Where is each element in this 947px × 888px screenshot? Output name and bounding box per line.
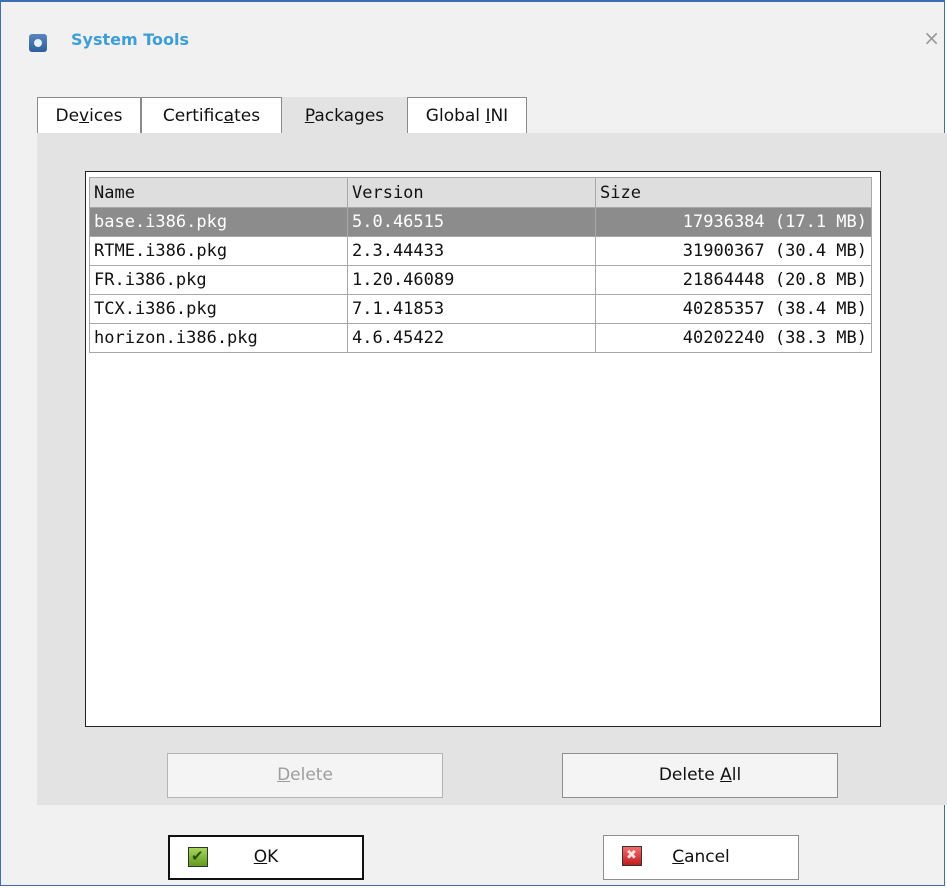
title-bar: System Tools × [1, 2, 944, 62]
package-size: 31900367 (30.4 MB) [595, 236, 872, 266]
package-version: 4.6.45422 [347, 323, 596, 353]
tab-certificates-label-key: a [223, 106, 235, 126]
system-tools-window: System Tools × Devices Certificates Pack… [0, 0, 947, 886]
table-row[interactable]: RTME.i386.pkg 2.3.44433 31900367 (30.4 M… [89, 236, 872, 266]
tab-certificates-label-a: Certific [162, 106, 224, 126]
package-version: 5.0.46515 [347, 207, 596, 237]
delete-all-button-label-a: Delete [658, 765, 721, 785]
tab-packages-label-b: ackages [314, 106, 385, 126]
close-icon[interactable]: × [923, 28, 940, 48]
packages-table: Name Version Size base.i386.pkg 5.0.4651… [89, 177, 872, 353]
delete-button-label: elete [290, 765, 333, 785]
tab-global-ini[interactable]: Global INI [407, 97, 527, 133]
packages-list[interactable]: Name Version Size base.i386.pkg 5.0.4651… [85, 171, 881, 727]
package-size: 40202240 (38.3 MB) [595, 323, 872, 353]
package-size: 17936384 (17.1 MB) [595, 207, 872, 237]
package-size: 21864448 (20.8 MB) [595, 265, 872, 295]
tab-devices-label-key: v [79, 106, 90, 126]
column-header-version[interactable]: Version [347, 177, 596, 208]
tab-devices-label-b: ices [89, 106, 123, 126]
package-version: 1.20.46089 [347, 265, 596, 295]
cancel-button-key: C [672, 847, 685, 867]
cancel-button-label: Cancel [672, 836, 730, 879]
table-row[interactable]: base.i386.pkg 5.0.46515 17936384 (17.1 M… [89, 207, 872, 237]
column-header-name[interactable]: Name [89, 177, 348, 208]
tab-global-ini-label-a: Global [425, 106, 486, 126]
package-size: 40285357 (38.4 MB) [595, 294, 872, 324]
ok-button[interactable]: OK [168, 835, 364, 880]
delete-all-button-key: A [720, 765, 732, 785]
tab-certificates-label-b: tes [234, 106, 261, 126]
column-header-size[interactable]: Size [595, 177, 872, 208]
package-version: 2.3.44433 [347, 236, 596, 266]
package-name: base.i386.pkg [89, 207, 348, 237]
package-name: horizon.i386.pkg [89, 323, 348, 353]
package-name: TCX.i386.pkg [89, 294, 348, 324]
package-name: FR.i386.pkg [89, 265, 348, 295]
package-name: RTME.i386.pkg [89, 236, 348, 266]
delete-all-button-label-b: ll [731, 765, 742, 785]
tab-packages-label-key: P [304, 106, 315, 126]
cancel-x-icon [622, 846, 642, 866]
window-title: System Tools [71, 30, 189, 49]
cancel-button-rest: ancel [684, 847, 730, 867]
app-gear-icon [29, 34, 47, 52]
table-row[interactable]: FR.i386.pkg 1.20.46089 21864448 (20.8 MB… [89, 265, 872, 295]
tab-certificates[interactable]: Certificates [141, 97, 282, 133]
delete-button-key: D [277, 765, 291, 785]
ok-button-rest: K [267, 847, 279, 867]
ok-button-key: O [253, 847, 268, 867]
tab-packages[interactable]: Packages [282, 97, 407, 134]
tab-devices[interactable]: Devices [37, 97, 141, 133]
check-icon [188, 847, 208, 867]
cancel-button[interactable]: Cancel [603, 835, 799, 880]
tab-devices-label-a: De [55, 106, 80, 126]
package-version: 7.1.41853 [347, 294, 596, 324]
packages-panel: Name Version Size base.i386.pkg 5.0.4651… [37, 133, 947, 805]
table-row[interactable]: TCX.i386.pkg 7.1.41853 40285357 (38.4 MB… [89, 294, 872, 324]
table-header-row: Name Version Size [89, 177, 872, 208]
delete-button[interactable]: Delete [167, 753, 443, 798]
tab-global-ini-label-b: NI [490, 106, 509, 126]
delete-all-button[interactable]: Delete All [562, 753, 838, 798]
table-row[interactable]: horizon.i386.pkg 4.6.45422 40202240 (38.… [89, 323, 872, 353]
ok-button-label: OK [254, 837, 279, 878]
